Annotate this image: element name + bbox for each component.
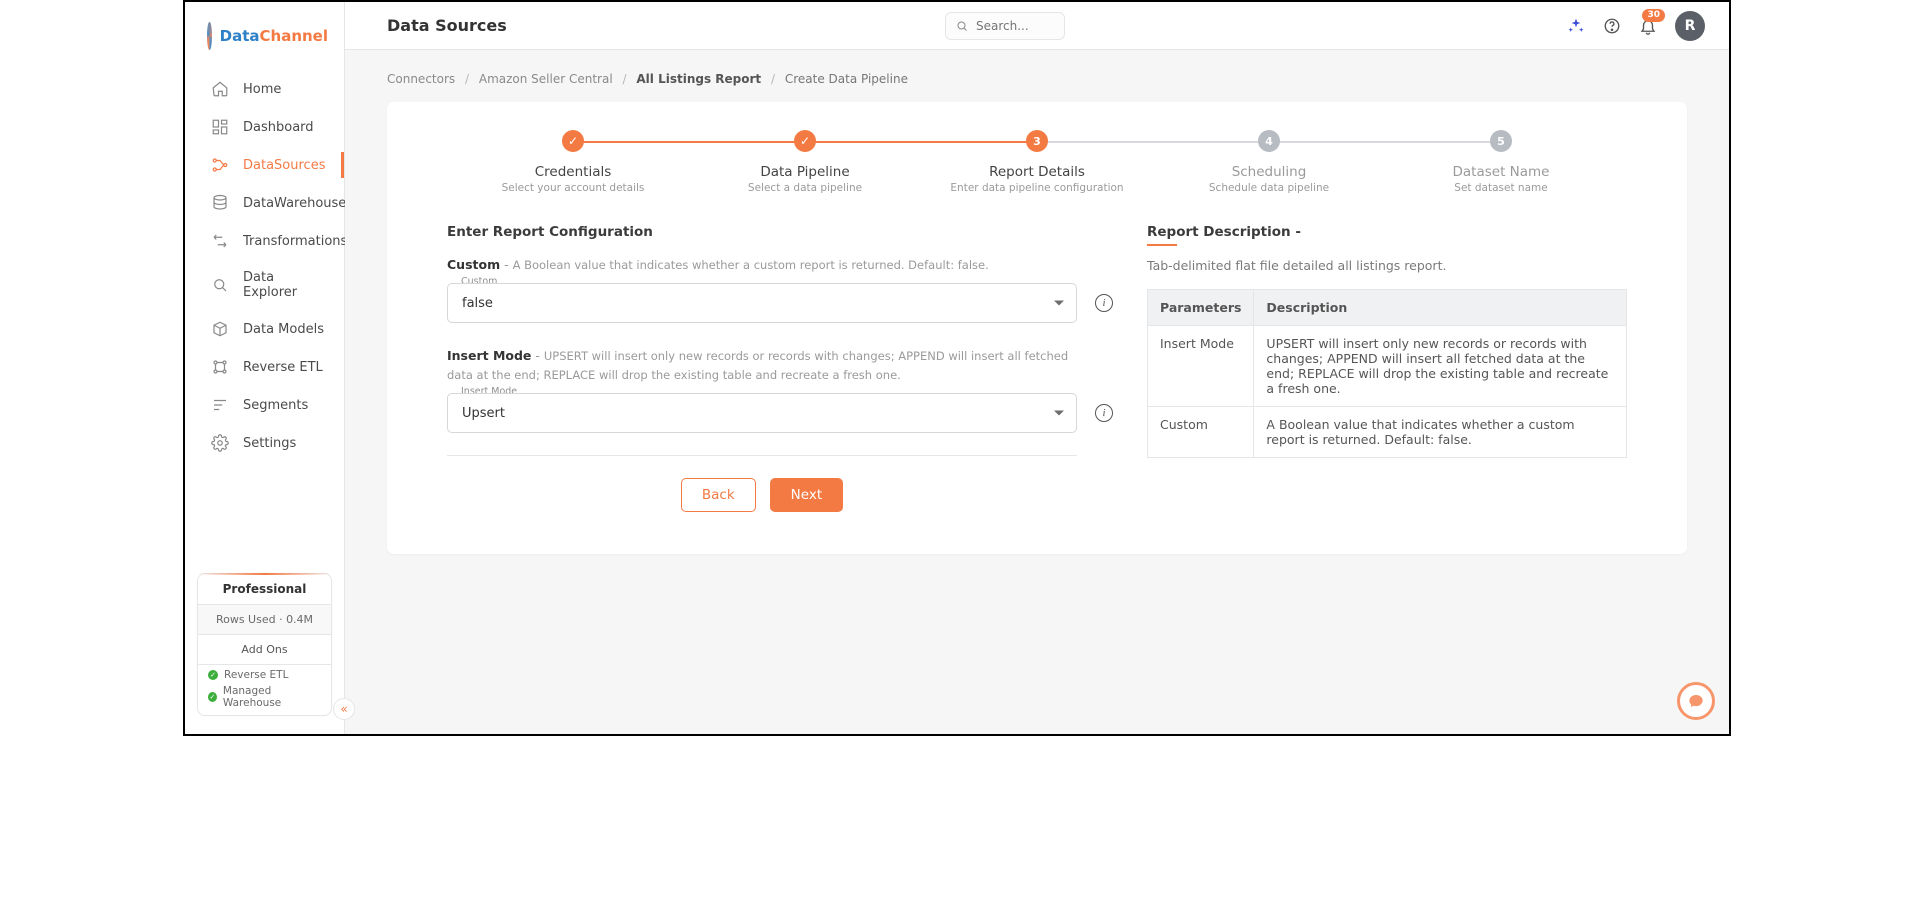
info-icon[interactable]: i [1095,294,1113,312]
top-header: Data Sources 30 R [345,2,1729,50]
table-row: Custom A Boolean value that indicates wh… [1148,407,1627,458]
wizard-panel: ✓ Credentials Select your account detail… [387,102,1687,554]
content-area: Connectors / Amazon Seller Central / All… [345,50,1729,734]
primary-nav: Home Dashboard DataSources DataWarehouse… [185,68,344,462]
page-title: Data Sources [387,16,507,35]
plan-rows-used: Rows Used · 0.4M [198,605,331,634]
logo[interactable]: DataChannel [185,2,344,68]
divider [447,455,1077,456]
chat-icon [1688,693,1704,709]
breadcrumb: Connectors / Amazon Seller Central / All… [345,50,1729,96]
models-icon [211,320,229,338]
desc-heading: Report Description - [1147,224,1627,240]
next-button[interactable]: Next [770,478,843,512]
stepper: ✓ Credentials Select your account detail… [457,130,1617,194]
chevron-down-icon [1054,411,1064,416]
breadcrumb-item[interactable]: Connectors [387,72,455,86]
sidebar-item-label: Segments [243,398,308,413]
sidebar-item-label: DataWarehouses [243,196,353,211]
check-icon: ✓ [208,692,217,702]
custom-select[interactable]: false [447,283,1077,323]
sidebar-item-label: Data Models [243,322,324,337]
breadcrumb-item[interactable]: Amazon Seller Central [479,72,613,86]
logo-text: DataChannel [220,27,328,45]
notification-badge: 30 [1642,9,1665,23]
reverse-etl-icon [211,358,229,376]
table-header-description: Description [1254,290,1627,326]
insert-mode-select-value: Upsert [462,406,505,421]
sidebar-item-label: Data Explorer [243,270,328,300]
plan-tier: Professional [198,574,331,605]
sidebar-item-data-explorer[interactable]: Data Explorer [185,260,344,310]
sidebar-item-label: Transformations [243,234,347,249]
sidebar-item-dashboard[interactable]: Dashboard [185,108,344,146]
step-dataset-name: 5 Dataset Name Set dataset name [1385,130,1617,194]
home-icon [211,80,229,98]
sidebar-item-label: Home [243,82,281,97]
explorer-icon [211,276,229,294]
plan-addon: ✓Managed Warehouse [198,681,331,715]
sidebar-item-datasources[interactable]: DataSources [185,146,344,184]
step-report-details[interactable]: 3 Report Details Enter data pipeline con… [921,130,1153,194]
custom-select-value: false [462,296,493,311]
step-scheduling: 4 Scheduling Schedule data pipeline [1153,130,1385,194]
check-icon: ✓ [208,670,218,680]
search-input[interactable] [945,12,1065,40]
segments-icon [211,396,229,414]
sidebar-item-label: Reverse ETL [243,360,323,375]
chevron-down-icon [1054,301,1064,306]
warehouse-icon [211,194,229,212]
sidebar-item-label: Dashboard [243,120,314,135]
sidebar-item-transformations[interactable]: Transformations [185,222,344,260]
plan-addon: ✓Reverse ETL [198,665,331,681]
report-config-form: Enter Report Configuration Custom - A Bo… [447,224,1077,512]
notifications-button[interactable]: 30 [1639,17,1657,35]
form-heading: Enter Report Configuration [447,224,1077,240]
datasources-icon [211,156,229,174]
check-icon: ✓ [568,134,578,148]
gear-icon [211,434,229,452]
transformations-icon [211,232,229,250]
sidebar-item-reverse-etl[interactable]: Reverse ETL [185,348,344,386]
help-icon[interactable] [1603,17,1621,35]
sidebar-item-segments[interactable]: Segments [185,386,344,424]
avatar[interactable]: R [1675,11,1705,41]
info-icon[interactable]: i [1095,404,1113,422]
dashboard-icon [211,118,229,136]
sidebar-collapse-button[interactable]: « [333,698,355,720]
sidebar-item-data-models[interactable]: Data Models [185,310,344,348]
step-credentials[interactable]: ✓ Credentials Select your account detail… [457,130,689,194]
table-row: Insert Mode UPSERT will insert only new … [1148,326,1627,407]
field-custom: Custom - A Boolean value that indicates … [447,254,1077,323]
sidebar: DataChannel Home Dashboard DataSources D… [185,2,345,734]
sparkle-icon[interactable] [1567,17,1585,35]
insert-mode-select[interactable]: Upsert [447,393,1077,433]
search-field[interactable] [974,18,1054,34]
field-insert-mode: Insert Mode - UPSERT will insert only ne… [447,345,1077,433]
report-description: Report Description - Tab-delimited flat … [1147,224,1627,458]
table-header-parameters: Parameters [1148,290,1254,326]
chat-button[interactable] [1677,682,1715,720]
sidebar-item-home[interactable]: Home [185,70,344,108]
breadcrumb-item[interactable]: All Listings Report [636,72,761,86]
sidebar-item-datawarehouses[interactable]: DataWarehouses [185,184,344,222]
breadcrumb-current: Create Data Pipeline [785,72,908,86]
step-data-pipeline[interactable]: ✓ Data Pipeline Select a data pipeline [689,130,921,194]
desc-underline [1147,244,1177,246]
search-icon [956,19,968,33]
plan-card: Professional Rows Used · 0.4M Add Ons ✓R… [197,573,332,716]
desc-text: Tab-delimited flat file detailed all lis… [1147,258,1627,273]
check-icon: ✓ [800,134,810,148]
sidebar-item-label: DataSources [243,158,325,173]
logo-icon [207,22,212,50]
sidebar-item-settings[interactable]: Settings [185,424,344,462]
plan-addons-title: Add Ons [198,634,331,665]
back-button[interactable]: Back [681,478,756,512]
sidebar-item-label: Settings [243,436,296,451]
parameters-table: Parameters Description Insert Mode UPSER… [1147,289,1627,458]
